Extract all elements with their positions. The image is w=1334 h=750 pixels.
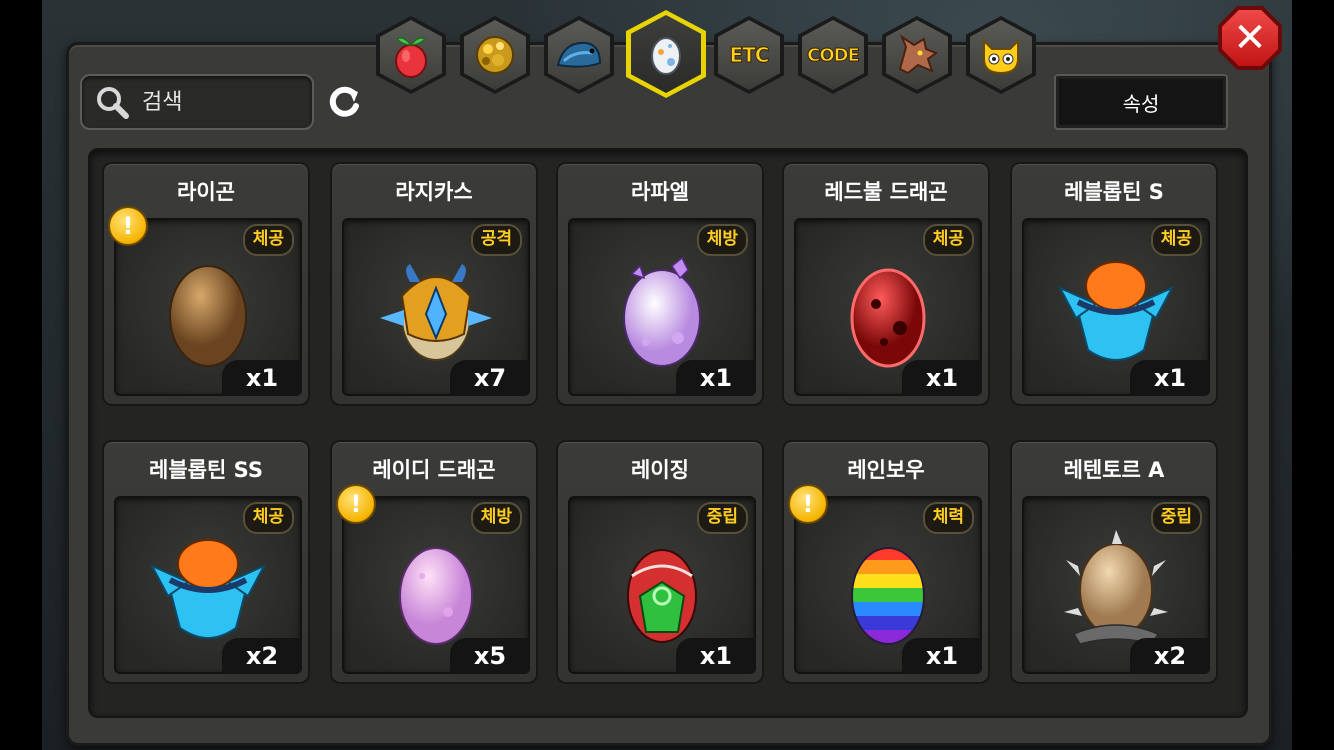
attribute-badge: 중립: [696, 502, 748, 534]
egg-blue-cap-icon: [148, 516, 268, 656]
attribute-badge: 체공: [1150, 224, 1202, 256]
item-card[interactable]: 라이곤 체공 x1 !: [102, 162, 310, 406]
search-input[interactable]: [140, 88, 304, 116]
close-icon: ✕: [1222, 10, 1278, 66]
item-card[interactable]: 레블롭틴 SS 체공 x2: [102, 440, 310, 684]
item-card[interactable]: 라지카스 공격 x7: [330, 162, 538, 406]
item-grid: 라이곤 체공 x1 ! 라지카스 공격 x7 라파엘 체방 x1 레드불 드래곤…: [88, 148, 1248, 718]
egg-spiky-icon: [1056, 516, 1176, 656]
attribute-badge: 중립: [1150, 502, 1202, 534]
attribute-badge: 공격: [470, 224, 522, 256]
item-name: 레이디 드래곤: [372, 458, 496, 482]
item-card[interactable]: 라파엘 체방 x1: [556, 162, 764, 406]
item-name: 라지카스: [395, 180, 473, 204]
item-name: 레텐토르 A: [1063, 458, 1165, 482]
egg-red-icon: [828, 238, 948, 378]
egg-rainbow-icon: [828, 516, 948, 656]
right-letterbox: [1292, 0, 1334, 750]
item-card[interactable]: 레블롭틴 S 체공 x1: [1010, 162, 1218, 406]
item-name: 라이곤: [177, 180, 235, 204]
attribute-badge: 체방: [470, 502, 522, 534]
fish-icon: [556, 41, 602, 68]
tab-code-label: CODE: [807, 44, 861, 66]
tab-etc-label: ETC: [729, 43, 770, 68]
item-card[interactable]: 레인보우 체력 x1 !: [782, 440, 990, 684]
item-card[interactable]: 레드불 드래곤 체공 x1: [782, 162, 990, 406]
attribute-badge: 체방: [696, 224, 748, 256]
attribute-badge: 체공: [242, 224, 294, 256]
item-card[interactable]: 레이징 중립 x1: [556, 440, 764, 684]
item-quantity: x5: [450, 638, 530, 674]
egg-blue-cap-icon: [1056, 238, 1176, 378]
item-quantity: x1: [902, 638, 982, 674]
category-tabs: ETC CODE: [376, 10, 1046, 98]
refresh-icon: [329, 86, 359, 117]
item-quantity: x1: [222, 360, 302, 396]
tab-fruit[interactable]: [376, 16, 446, 94]
tab-etc[interactable]: ETC: [714, 16, 784, 94]
item-name: 레이징: [631, 458, 689, 482]
egg-raging-icon: [602, 516, 722, 656]
tab-fish[interactable]: [544, 16, 614, 94]
alert-icon: !: [788, 484, 828, 524]
egg-icon: [651, 37, 681, 75]
fruit-icon: [395, 37, 427, 78]
item-slot: 체공 x2: [114, 496, 302, 674]
item-slot: 체공 x1: [114, 218, 302, 396]
item-name: 레블롭틴 SS: [149, 458, 263, 482]
egg-crystal-icon: [602, 238, 722, 378]
left-letterbox: [0, 0, 42, 750]
item-slot: 체공 x1: [1022, 218, 1210, 396]
item-slot: 공격 x7: [342, 218, 530, 396]
item-quantity: x2: [222, 638, 302, 674]
tab-code[interactable]: CODE: [798, 16, 868, 94]
item-slot: 중립 x1: [568, 496, 756, 674]
alert-icon: !: [336, 484, 376, 524]
item-quantity: x1: [1130, 360, 1210, 396]
alert-icon: !: [108, 206, 148, 246]
item-name: 레블롭틴 S: [1064, 180, 1164, 204]
attribute-badge: 체공: [922, 224, 974, 256]
item-card[interactable]: 레이디 드래곤 체방 x5 !: [330, 440, 538, 684]
item-quantity: x1: [902, 360, 982, 396]
item-slot: 체방 x1: [568, 218, 756, 396]
attribute-badge: 체공: [242, 502, 294, 534]
item-quantity: x1: [676, 638, 756, 674]
search-icon: [92, 82, 132, 122]
search-box[interactable]: [80, 74, 314, 130]
item-slot: 체방 x5: [342, 496, 530, 674]
item-name: 레드불 드래곤: [824, 180, 948, 204]
item-slot: 중립 x2: [1022, 496, 1210, 674]
egg-armored-icon: [376, 238, 496, 378]
item-card[interactable]: 레텐토르 A 중립 x2: [1010, 440, 1218, 684]
tab-monster[interactable]: [966, 16, 1036, 94]
item-slot: 체공 x1: [794, 218, 982, 396]
egg-brown-icon: [148, 238, 268, 378]
tab-egg[interactable]: [626, 10, 706, 98]
tab-dragon[interactable]: [882, 16, 952, 94]
item-slot: 체력 x1: [794, 496, 982, 674]
item-quantity: x1: [676, 360, 756, 396]
refresh-button[interactable]: [322, 80, 366, 124]
egg-pink-icon: [376, 516, 496, 656]
dragon-head-icon: [898, 34, 939, 75]
yellow-monster-icon: [983, 38, 1019, 75]
attribute-badge: 체력: [922, 502, 974, 534]
attribute-sort-button[interactable]: 속성: [1054, 74, 1228, 130]
item-name: 레인보우: [847, 458, 925, 482]
item-quantity: x7: [450, 360, 530, 396]
item-name: 라파엘: [631, 180, 689, 204]
item-quantity: x2: [1130, 638, 1210, 674]
gold-ore-icon: [476, 36, 514, 74]
tab-ore[interactable]: [460, 16, 530, 94]
